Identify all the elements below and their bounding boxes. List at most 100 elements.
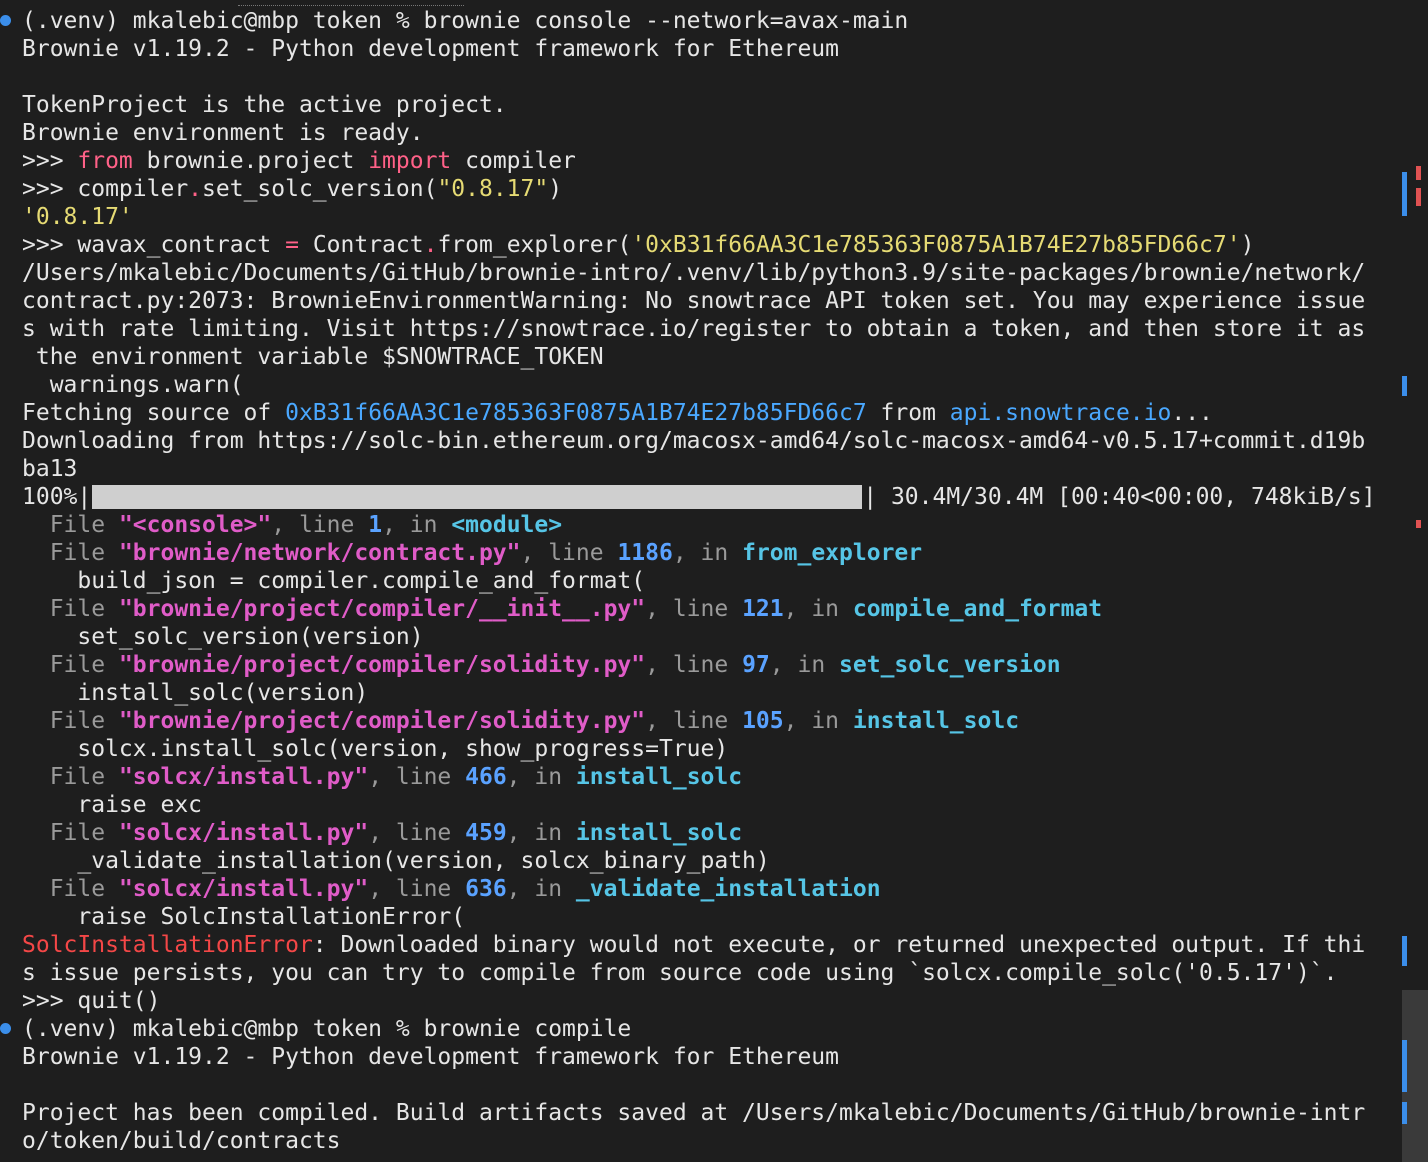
terminal-text-segment: Brownie environment is ready.	[22, 120, 424, 146]
terminal-line: raise SolcInstallationError(	[22, 903, 1392, 931]
terminal-line: >>> wavax_contract = Contract.from_explo…	[22, 231, 1392, 259]
ruler-marker-blue	[1402, 376, 1407, 396]
terminal-text-segment: set_solc_version	[839, 652, 1061, 678]
terminal-text-segment: s issue persists, you can try to compile…	[22, 960, 1338, 986]
terminal-text-segment: File	[22, 820, 119, 846]
terminal-text-segment: "<console>"	[118, 512, 272, 538]
terminal-text-segment: , line	[645, 652, 743, 678]
terminal-text-segment: set_solc_version(	[202, 176, 438, 202]
terminal-text-segment: "brownie/project/compiler/__init__.py"	[118, 596, 646, 622]
terminal-text-segment: , line	[645, 708, 743, 734]
terminal-text-segment: "brownie/network/contract.py"	[118, 540, 521, 566]
terminal-line: Downloading from https://solc-bin.ethere…	[22, 427, 1392, 455]
terminal-text-segment: from_explorer	[742, 540, 923, 566]
terminal-text-segment: SolcInstallationError	[22, 932, 313, 958]
terminal-line: s with rate limiting. Visit https://snow…	[22, 315, 1392, 343]
terminal-text-segment: "brownie/project/compiler/solidity.py"	[118, 708, 646, 734]
prompt-status-dot[interactable]	[0, 15, 11, 26]
top-edge-artifact	[238, 0, 464, 6]
terminal-text-segment: File	[22, 708, 119, 734]
terminal-text-segment: >>> wavax_contract	[22, 232, 286, 258]
terminal-text-segment: , line	[368, 764, 466, 790]
terminal-text-segment: install_solc(version)	[22, 680, 369, 706]
terminal-text-segment: , line	[520, 540, 618, 566]
terminal-text-segment: install_solc	[575, 820, 743, 846]
terminal-text-segment: compiler	[451, 148, 576, 174]
terminal-text-segment: Fetching source of	[22, 400, 286, 426]
terminal-line: warnings.warn(	[22, 371, 1392, 399]
terminal-text-segment: "solcx/install.py"	[118, 764, 369, 790]
terminal-line: File "solcx/install.py", line 636, in _v…	[22, 875, 1392, 903]
terminal-text-segment: , in	[672, 540, 743, 566]
terminal-text-segment: , in	[506, 764, 576, 790]
terminal-line: File "brownie/project/compiler/solidity.…	[22, 707, 1392, 735]
terminal-text-segment: "brownie/project/compiler/solidity.py"	[118, 652, 646, 678]
terminal-text-segment: contract.py:2073: BrownieEnvironmentWarn…	[22, 288, 1366, 314]
terminal-text-segment: =	[285, 232, 299, 258]
terminal-line: solcx.install_solc(version, show_progres…	[22, 735, 1392, 763]
terminal-text-segment: 636	[465, 876, 507, 902]
ruler-marker-red	[1416, 520, 1421, 528]
terminal-text-segment: 466	[465, 764, 507, 790]
terminal-text-segment: , line	[271, 512, 369, 538]
terminal-text-segment: 1186	[617, 540, 673, 566]
terminal-text-segment: build_json = compiler.compile_and_format…	[22, 568, 646, 594]
terminal-line: File "<console>", line 1, in <module>	[22, 511, 1392, 539]
terminal-line: '0.8.17'	[22, 203, 1392, 231]
ruler-marker-red	[1416, 166, 1421, 180]
terminal-text-segment: , in	[506, 820, 576, 846]
terminal-text-segment: 1	[368, 512, 383, 538]
terminal-text-segment: File	[22, 876, 119, 902]
terminal-text-segment: _validate_installation(version, solcx_bi…	[22, 848, 770, 874]
terminal-line: /Users/mkalebic/Documents/GitHub/brownie…	[22, 259, 1392, 287]
terminal-output[interactable]: (.venv) mkalebic@mbp token % brownie con…	[22, 7, 1392, 1155]
terminal-text-segment: TokenProject is the active project.	[22, 92, 507, 118]
ruler-marker-blue	[1402, 936, 1407, 966]
ruler-marker-blue	[1402, 1102, 1407, 1124]
terminal-text-segment: , in	[506, 876, 576, 902]
ruler-marker-blue	[1402, 172, 1407, 216]
terminal-text-segment: )	[1240, 232, 1255, 258]
terminal-text-segment: Downloading from https://solc-bin.ethere…	[22, 428, 1366, 454]
terminal-line: TokenProject is the active project.	[22, 91, 1392, 119]
terminal-text-segment: (.venv) mkalebic@mbp token % brownie con…	[22, 8, 909, 34]
terminal-text-segment: File	[22, 596, 119, 622]
terminal-text-segment: from_explorer(	[437, 232, 632, 258]
terminal-line: File "brownie/network/contract.py", line…	[22, 539, 1392, 567]
terminal-text-segment: _validate_installation	[575, 876, 881, 902]
terminal-text-segment: .	[188, 176, 203, 202]
terminal-line: raise exc	[22, 791, 1392, 819]
terminal-line: File "brownie/project/compiler/__init__.…	[22, 595, 1392, 623]
terminal-text-segment: compile_and_format	[852, 596, 1103, 622]
terminal-text-segment: .	[423, 232, 438, 258]
terminal-line: >>> compiler.set_solc_version("0.8.17")	[22, 175, 1392, 203]
terminal-text-segment: ba13	[22, 456, 78, 482]
terminal-line: install_solc(version)	[22, 679, 1392, 707]
prompt-status-dot[interactable]	[0, 1023, 11, 1034]
terminal-line: Brownie v1.19.2 - Python development fra…	[22, 1043, 1392, 1071]
terminal-text-segment: , line	[645, 596, 743, 622]
terminal-text-segment: raise exc	[22, 792, 203, 818]
terminal-text-segment: solcx.install_solc(version, show_progres…	[22, 736, 729, 762]
terminal-line: Brownie environment is ready.	[22, 119, 1392, 147]
ruler-marker-red	[1416, 188, 1421, 206]
terminal-text-segment: "solcx/install.py"	[118, 876, 369, 902]
terminal-line: ba13	[22, 455, 1392, 483]
terminal-text-segment: , in	[783, 708, 853, 734]
terminal-text-segment: '0xB31f66AA3C1e785363F0875A1B74E27b85FD6…	[631, 232, 1241, 258]
terminal-text-segment: /Users/mkalebic/Documents/GitHub/brownie…	[22, 260, 1366, 286]
terminal-text-segment: File	[22, 512, 119, 538]
terminal-text-segment: >>>	[22, 148, 78, 174]
terminal-text-segment: 100%|	[22, 484, 92, 510]
terminal-text-segment: '0.8.17'	[22, 204, 133, 230]
terminal-text-segment: 0xB31f66AA3C1e785363F0875A1B74E27b85FD66…	[285, 400, 867, 426]
terminal-line: 100%| | 30.4M/30.4M [00:40<00:00, 748kiB/…	[22, 483, 1392, 511]
terminal-text-segment: the environment variable $SNOWTRACE_TOKE…	[22, 344, 604, 370]
terminal-text-segment: , in	[382, 512, 452, 538]
terminal-text-segment: , in	[783, 596, 853, 622]
terminal-text-segment: Brownie v1.19.2 - Python development fra…	[22, 1044, 839, 1070]
terminal-line: the environment variable $SNOWTRACE_TOKE…	[22, 343, 1392, 371]
download-progress-bar	[92, 485, 863, 509]
terminal-text-segment: install_solc	[575, 764, 743, 790]
terminal-text-segment: Brownie v1.19.2 - Python development fra…	[22, 36, 839, 62]
